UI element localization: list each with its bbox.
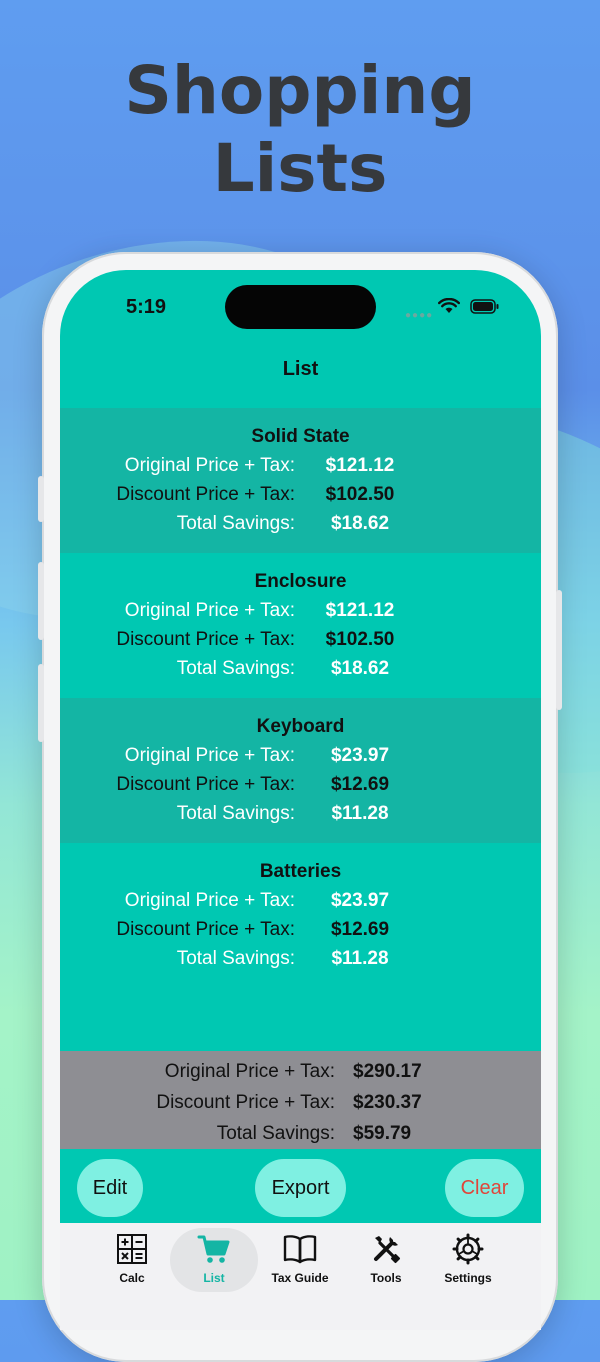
- total-savings-label: Total Savings:: [176, 948, 295, 969]
- list-item[interactable]: Enclosure Original Price + Tax: $121.12 …: [60, 553, 541, 698]
- tab-bar: Calc List Tax Guide Tools Settings: [60, 1223, 541, 1330]
- hero-title-line: Lists: [212, 130, 388, 207]
- hero-title: Shopping Lists: [0, 52, 600, 208]
- discount-price-label: Discount Price + Tax:: [116, 629, 295, 650]
- list-item[interactable]: Keyboard Original Price + Tax: $23.97 Di…: [60, 698, 541, 843]
- book-icon: [283, 1235, 317, 1264]
- total-savings-value: $11.28: [331, 948, 389, 969]
- calculator-icon: [117, 1234, 147, 1264]
- discount-price-value: $12.69: [330, 919, 390, 940]
- totals-original-label: Original Price + Tax:: [164, 1061, 335, 1082]
- total-savings-value: $18.62: [330, 513, 390, 534]
- total-savings-value: $11.28: [331, 803, 389, 824]
- tab-label: Settings: [444, 1271, 492, 1285]
- original-price-value: $121.12: [325, 600, 395, 621]
- clear-button[interactable]: Clear: [445, 1159, 524, 1217]
- tab-settings[interactable]: Settings: [423, 1223, 513, 1285]
- original-price-value: $23.97: [330, 745, 390, 766]
- list-item[interactable]: Solid State Original Price + Tax: $121.1…: [60, 408, 541, 553]
- totals-savings-value: $59.79: [353, 1123, 412, 1144]
- wifi-icon: [438, 298, 460, 313]
- total-savings-label: Total Savings:: [176, 658, 295, 679]
- item-name: Batteries: [259, 861, 342, 882]
- total-savings-label: Total Savings:: [176, 803, 295, 824]
- export-button[interactable]: Export: [255, 1159, 346, 1217]
- total-savings-label: Total Savings:: [176, 513, 295, 534]
- phone-side-button: [38, 664, 44, 742]
- phone-side-button: [38, 562, 44, 640]
- discount-price-label: Discount Price + Tax:: [116, 484, 295, 505]
- phone-side-button: [38, 476, 44, 522]
- totals-savings-label: Total Savings:: [216, 1123, 335, 1144]
- discount-price-value: $12.69: [330, 774, 390, 795]
- edit-button[interactable]: Edit: [77, 1159, 143, 1217]
- app-screen: 5:19 ●●●● List Solid State Original Pric…: [60, 270, 541, 1330]
- status-time: 5:19: [126, 296, 167, 318]
- dynamic-island: [225, 285, 376, 329]
- discount-price-label: Discount Price + Tax:: [116, 774, 295, 795]
- tools-icon: [374, 1236, 401, 1264]
- list-item[interactable]: Batteries Original Price + Tax: $23.97 D…: [60, 843, 541, 988]
- signal-dots-icon: ●●●●: [405, 310, 434, 321]
- totals-original-value: $290.17: [353, 1061, 422, 1082]
- totals-discount-value: $230.37: [353, 1092, 422, 1113]
- original-price-value: $121.12: [325, 455, 395, 476]
- cart-icon: [197, 1235, 230, 1263]
- gear-icon: [452, 1233, 484, 1265]
- hero-title-line: Shopping: [124, 52, 476, 129]
- item-name: Solid State: [251, 426, 350, 447]
- discount-price-value: $102.50: [325, 629, 395, 650]
- total-savings-value: $18.62: [330, 658, 390, 679]
- item-name: Enclosure: [254, 571, 347, 592]
- battery-icon: [470, 299, 499, 314]
- totals-panel: Original Price + Tax: $290.17 Discount P…: [60, 1051, 541, 1149]
- totals-discount-label: Discount Price + Tax:: [156, 1092, 335, 1113]
- original-price-value: $23.97: [330, 890, 390, 911]
- phone-side-button: [556, 590, 562, 710]
- nav-title: List: [282, 358, 319, 380]
- discount-price-label: Discount Price + Tax:: [116, 919, 295, 940]
- original-price-label: Original Price + Tax:: [124, 890, 295, 911]
- original-price-label: Original Price + Tax:: [124, 600, 295, 621]
- original-price-label: Original Price + Tax:: [124, 455, 295, 476]
- discount-price-value: $102.50: [325, 484, 395, 505]
- original-price-label: Original Price + Tax:: [124, 745, 295, 766]
- item-name: Keyboard: [256, 716, 345, 737]
